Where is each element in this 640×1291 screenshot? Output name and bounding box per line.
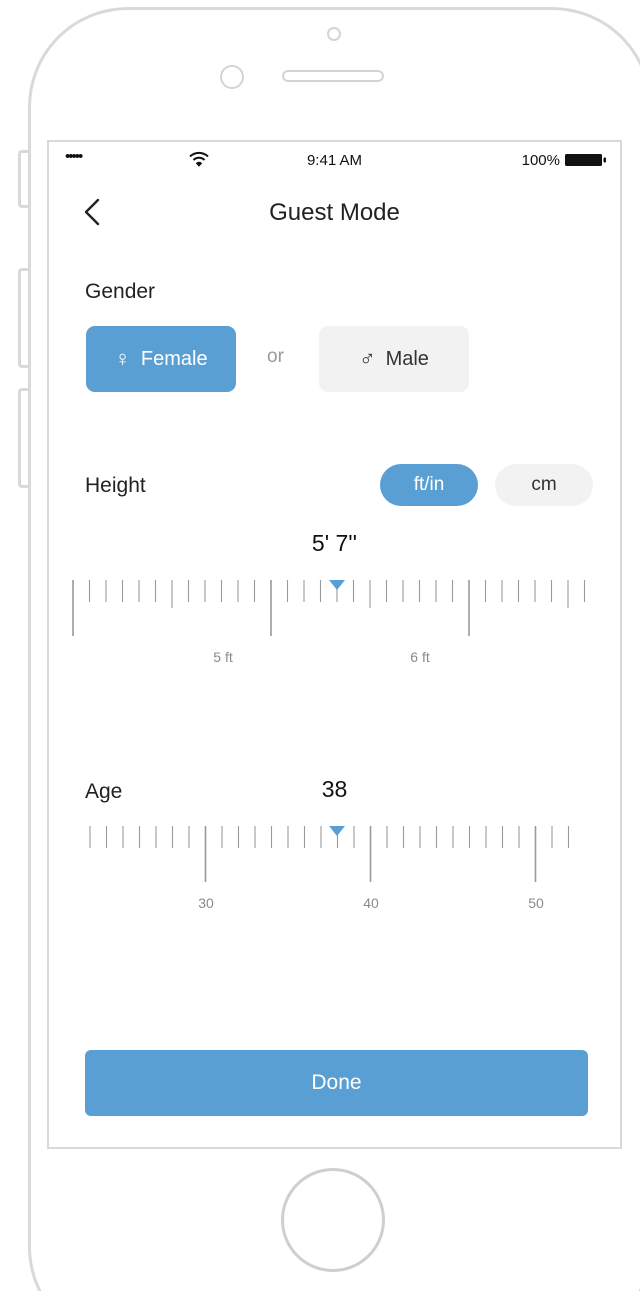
male-button[interactable]: ♂ Male [319,326,469,392]
female-button-label: Female [140,347,208,370]
male-button-label: Male [385,347,429,370]
unit-cm-button[interactable]: cm [495,464,593,506]
front-camera [220,65,244,89]
navigation-bar: Guest Mode [49,187,620,237]
height-value: 5' 7'' [311,530,358,556]
height-ruler-svg: 5 ft 6 ft [72,580,586,665]
age-ruler-svg: 30 40 50 [89,826,570,911]
mute-switch [18,150,28,208]
triangle-down-icon [329,826,345,836]
male-symbol-icon: ♂ [359,346,376,371]
height-ruler-tick-label: 5 ft [213,649,233,665]
status-bar: ••••• 9:41 AM 100% [49,142,620,178]
proximity-sensor [327,27,341,41]
device-frame: ••••• 9:41 AM 100% Guest Mode Gender ♀ F… [0,0,640,1291]
done-button[interactable]: Done [85,1050,588,1116]
female-symbol-icon: ♀ [114,346,131,371]
age-ruler-tick-label: 40 [363,895,379,911]
female-button[interactable]: ♀ Female [86,326,236,392]
screen: ••••• 9:41 AM 100% Guest Mode Gender ♀ F… [47,140,622,1149]
age-value: 38 [321,776,348,802]
age-ruler[interactable]: 30 40 50 [49,818,620,938]
unit-ftin-button[interactable]: ft/in [380,464,478,506]
page-title: Guest Mode [269,199,400,226]
home-button[interactable] [281,1168,385,1272]
height-ruler[interactable]: 5 ft 6 ft [49,572,620,692]
age-ruler-tick-label: 30 [198,895,214,911]
volume-up-button [18,268,28,368]
height-label: Height [85,474,146,497]
battery-icon [565,154,606,166]
battery-percentage: 100% [521,152,560,169]
height-ruler-tick-label: 6 ft [410,649,430,665]
or-separator: or [267,346,284,367]
age-ruler-tick-label: 50 [528,895,544,911]
gender-label: Gender [85,280,156,303]
volume-down-button [18,388,28,488]
triangle-down-icon [329,580,345,590]
earpiece-speaker [282,70,384,82]
